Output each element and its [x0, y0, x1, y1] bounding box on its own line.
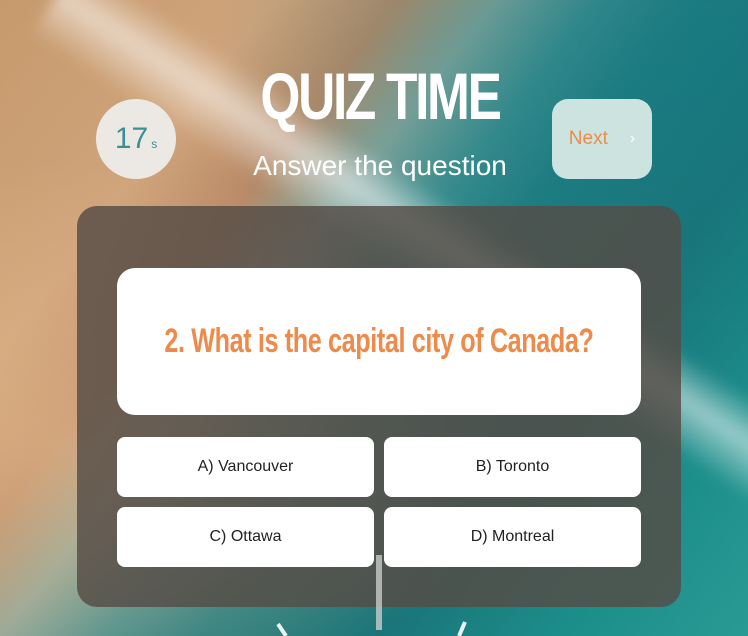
decor-line-right [457, 621, 467, 636]
decor-line-left [276, 622, 288, 636]
decorative-lines [276, 555, 467, 636]
